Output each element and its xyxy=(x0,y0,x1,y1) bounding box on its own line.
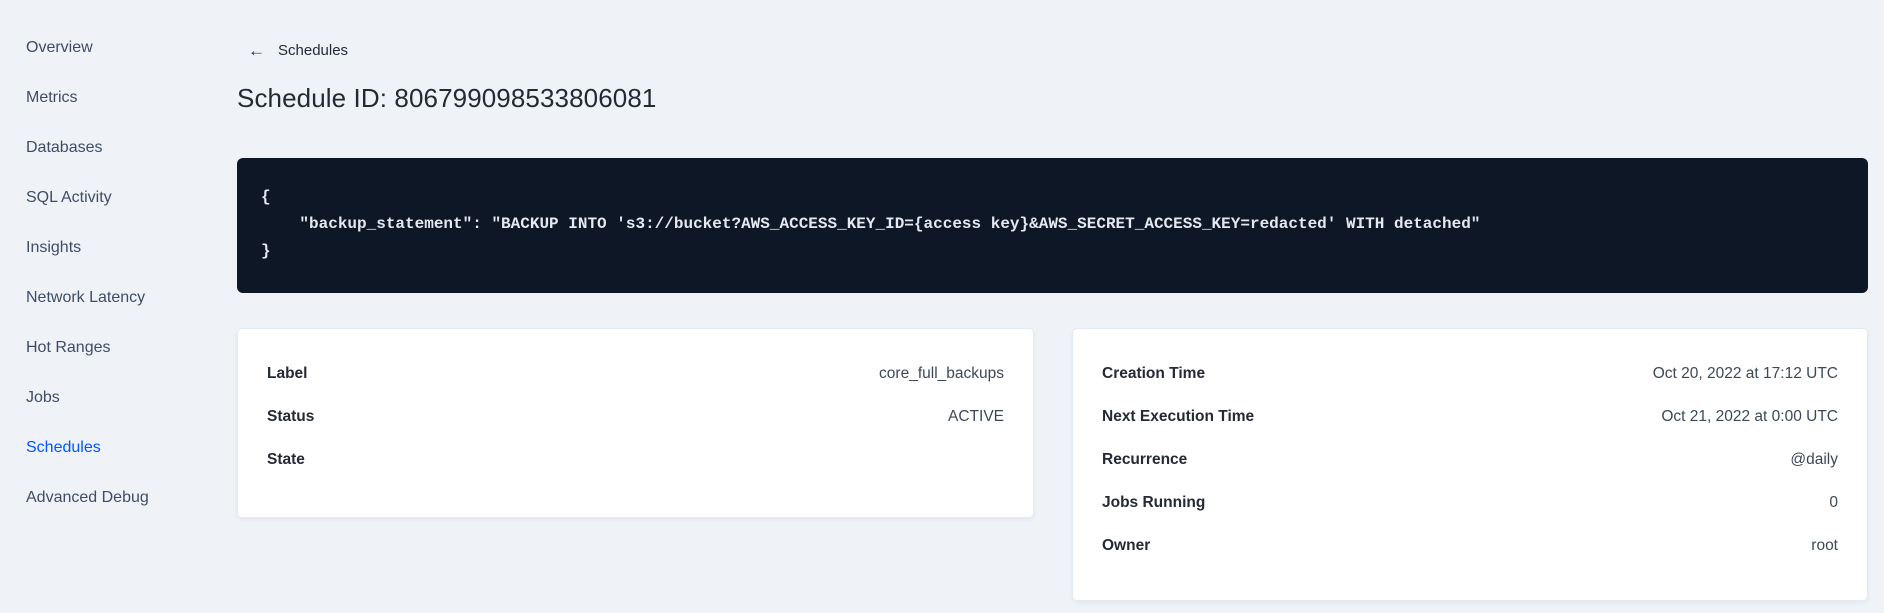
row-label: Status xyxy=(267,407,315,425)
back-to-schedules-link[interactable]: ← Schedules xyxy=(248,42,348,59)
sidebar-item-network-latency[interactable]: Network Latency xyxy=(0,273,237,323)
row-label: Creation Time xyxy=(1102,364,1206,382)
row-value: 0 xyxy=(1829,493,1838,511)
schedule-definition-code-block: { "backup_statement": "BACKUP INTO 's3:/… xyxy=(237,158,1868,293)
status-badge: ACTIVE xyxy=(948,407,1004,425)
row-value: Oct 20, 2022 at 17:12 UTC xyxy=(1652,364,1838,382)
sidebar-item-sql-activity[interactable]: SQL Activity xyxy=(0,173,237,223)
row-value: root xyxy=(1811,536,1838,554)
page-title: Schedule ID: 806799098533806081 xyxy=(237,83,657,113)
sidebar-item-databases[interactable]: Databases xyxy=(0,123,237,173)
detail-row-state: State xyxy=(267,438,1004,481)
row-value: core_full_backups xyxy=(879,364,1004,382)
detail-row-next-execution-time: Next Execution Time Oct 21, 2022 at 0:00… xyxy=(1102,395,1838,438)
detail-row-status: Status ACTIVE xyxy=(267,395,1004,438)
sidebar-item-insights[interactable]: Insights xyxy=(0,223,237,273)
detail-row-label: Label core_full_backups xyxy=(267,352,1004,395)
row-label: Owner xyxy=(1102,536,1151,554)
sidebar-item-hot-ranges[interactable]: Hot Ranges xyxy=(0,323,237,373)
sidebar-item-overview[interactable]: Overview xyxy=(0,23,237,73)
detail-cards: Label core_full_backups Status ACTIVE St… xyxy=(237,328,1868,601)
row-label: Recurrence xyxy=(1102,450,1188,468)
row-label: State xyxy=(267,450,305,468)
detail-row-owner: Owner root xyxy=(1102,524,1838,567)
sidebar-nav: Overview Metrics Databases SQL Activity … xyxy=(0,0,237,613)
sidebar-item-jobs[interactable]: Jobs xyxy=(0,373,237,423)
row-label: Next Execution Time xyxy=(1102,407,1255,425)
detail-row-creation-time: Creation Time Oct 20, 2022 at 17:12 UTC xyxy=(1102,352,1838,395)
sidebar-item-advanced-debug[interactable]: Advanced Debug xyxy=(0,473,237,523)
main-content: ← Schedules Schedule ID: 806799098533806… xyxy=(237,0,1868,613)
row-value: Oct 21, 2022 at 0:00 UTC xyxy=(1661,407,1838,425)
arrow-left-icon: ← xyxy=(248,41,265,60)
detail-row-jobs-running: Jobs Running 0 xyxy=(1102,481,1838,524)
sidebar-item-metrics[interactable]: Metrics xyxy=(0,73,237,123)
sidebar-item-schedules[interactable]: Schedules xyxy=(0,423,237,473)
schedule-summary-card: Label core_full_backups Status ACTIVE St… xyxy=(237,328,1034,518)
row-label: Label xyxy=(267,364,308,382)
back-link-label: Schedules xyxy=(278,42,349,59)
schedule-definition-json: { "backup_statement": "BACKUP INTO 's3:/… xyxy=(261,188,1481,260)
schedule-timing-card: Creation Time Oct 20, 2022 at 17:12 UTC … xyxy=(1072,328,1868,601)
row-label: Jobs Running xyxy=(1102,493,1206,511)
row-value: @daily xyxy=(1790,450,1838,468)
detail-row-recurrence: Recurrence @daily xyxy=(1102,438,1838,481)
